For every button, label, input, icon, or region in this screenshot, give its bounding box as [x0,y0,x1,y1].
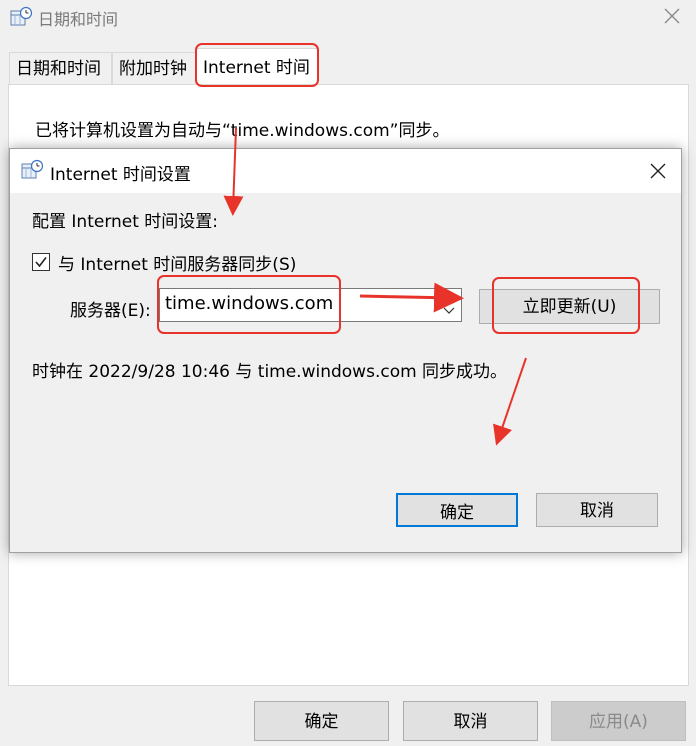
outer-cancel-button[interactable]: 取消 [403,701,538,741]
sync-checkbox-label[interactable]: 与 Internet 时间服务器同步(S) [58,250,296,275]
config-label: 配置 Internet 时间设置: [32,212,219,232]
dialog-ok-button[interactable]: 确定 [396,493,518,527]
close-icon[interactable] [660,4,684,28]
sync-description: 已将计算机设置为自动与“time.windows.com”同步。 [35,121,450,141]
clock-calendar-icon [21,159,43,181]
tab-additional-clocks[interactable]: 附加时钟 [112,52,196,84]
dialog-cancel-button[interactable]: 取消 [536,493,658,527]
close-icon[interactable] [646,159,670,183]
server-label: 服务器(E): [70,301,151,321]
sync-status: 时钟在 2022/9/28 10:46 与 time.windows.com 同… [32,362,508,382]
sync-checkbox[interactable] [32,253,50,271]
outer-ok-button[interactable]: 确定 [254,701,389,741]
chevron-down-icon[interactable] [443,301,455,314]
clock-calendar-icon [10,6,32,28]
window-title: 日期和时间 [38,10,119,29]
dialog-title: Internet 时间设置 [50,165,191,185]
update-now-button[interactable]: 立即更新(U) [479,289,660,324]
internet-time-settings-dialog: Internet 时间设置 配置 Internet 时间设置: 与 Intern… [9,148,682,553]
tab-date-time[interactable]: 日期和时间 [9,52,112,84]
server-value: time.windows.com [165,293,334,314]
server-combobox[interactable]: time.windows.com [159,288,462,322]
tab-internet-time[interactable]: Internet 时间 [196,48,318,85]
apply-button[interactable]: 应用(A) [551,701,686,741]
